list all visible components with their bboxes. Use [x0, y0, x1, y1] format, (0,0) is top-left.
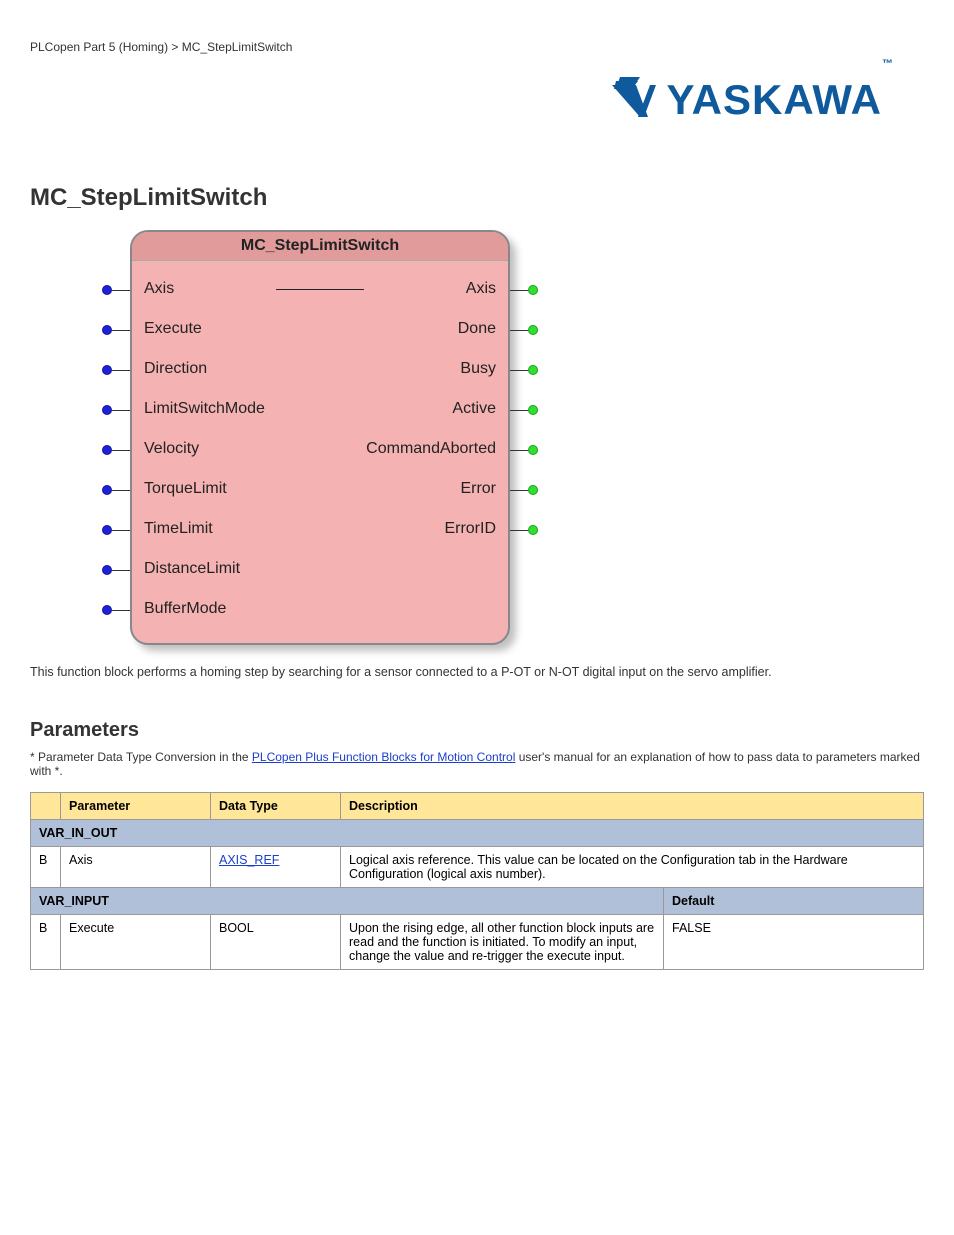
- yaskawa-logo-text: YASKAWA™: [666, 76, 894, 124]
- fb-pin-stub: [112, 290, 130, 291]
- fb-pin-stub: [510, 490, 528, 491]
- fb-input-label: Direction: [132, 360, 272, 378]
- parameters-heading: Parameters: [30, 719, 924, 742]
- fb-input-pin: [102, 365, 112, 375]
- function-block-diagram: MC_StepLimitSwitch Axis Axis Execute Done Di…: [130, 230, 510, 645]
- parameters-note: * Parameter Data Type Conversion in the …: [30, 750, 924, 778]
- fb-pin-stub: [112, 530, 130, 531]
- fb-input-pin: [102, 525, 112, 535]
- fb-row: TorqueLimit Error: [132, 469, 508, 509]
- fb-row: DistanceLimit: [132, 549, 508, 589]
- fb-row: TimeLimit ErrorID: [132, 509, 508, 549]
- fb-output-pin: [528, 405, 538, 415]
- fb-output-label: CommandAborted: [366, 440, 508, 458]
- table-row: B Execute BOOL Upon the rising edge, all…: [31, 915, 924, 970]
- fb-input-label: DistanceLimit: [132, 560, 272, 578]
- fb-output-label: Active: [368, 400, 508, 418]
- yaskawa-logo: YASKAWA™: [608, 75, 894, 125]
- fb-input-label: TorqueLimit: [132, 480, 272, 498]
- fb-pin-stub: [112, 370, 130, 371]
- fb-output-label: Axis: [368, 280, 508, 298]
- fb-pin-stub: [112, 570, 130, 571]
- fb-pin-stub: [510, 290, 528, 291]
- fb-pin-stub: [112, 410, 130, 411]
- fb-pin-stub: [112, 610, 130, 611]
- fb-input-pin: [102, 405, 112, 415]
- fb-row: LimitSwitchMode Active: [132, 389, 508, 429]
- fb-row: Velocity CommandAborted: [132, 429, 508, 469]
- fb-pin-stub: [510, 530, 528, 531]
- fb-output-pin: [528, 445, 538, 455]
- page-title: MC_StepLimitSwitch: [30, 184, 924, 212]
- fb-pin-stub: [510, 370, 528, 371]
- fb-title: MC_StepLimitSwitch: [132, 232, 508, 261]
- fb-input-label: Axis: [132, 280, 272, 298]
- fb-output-pin: [528, 285, 538, 295]
- manual-link[interactable]: PLCopen Plus Function Blocks for Motion …: [252, 750, 515, 764]
- fb-pin-stub: [510, 410, 528, 411]
- fb-pin-stub: [112, 490, 130, 491]
- fb-input-label: LimitSwitchMode: [132, 400, 272, 418]
- fb-input-pin: [102, 485, 112, 495]
- fb-input-pin: [102, 285, 112, 295]
- breadcrumb: PLCopen Part 5 (Homing) > MC_StepLimitSw…: [30, 40, 924, 54]
- fb-output-label: Error: [368, 480, 508, 498]
- fb-row: BufferMode: [132, 589, 508, 629]
- fb-row: Execute Done: [132, 309, 508, 349]
- fb-pin-stub: [112, 330, 130, 331]
- fb-output-label: Done: [368, 320, 508, 338]
- fb-row: Axis Axis: [132, 269, 508, 309]
- parameters-table: Parameter Data Type Description VAR_IN_O…: [30, 792, 924, 970]
- fb-output-pin: [528, 525, 538, 535]
- fb-pin-stub: [510, 450, 528, 451]
- fb-output-pin: [528, 485, 538, 495]
- yaskawa-logo-mark: [608, 75, 658, 125]
- fb-input-pin: [102, 325, 112, 335]
- fb-input-pin: [102, 605, 112, 615]
- fb-description: This function block performs a homing st…: [30, 665, 924, 679]
- fb-output-pin: [528, 365, 538, 375]
- fb-input-label: Velocity: [132, 440, 272, 458]
- fb-input-label: TimeLimit: [132, 520, 272, 538]
- fb-input-pin: [102, 445, 112, 455]
- fb-input-pin: [102, 565, 112, 575]
- table-subheader-varinout: VAR_IN_OUT: [31, 820, 924, 847]
- fb-pin-stub: [112, 450, 130, 451]
- table-row: B Axis AXIS_REF Logical axis reference. …: [31, 847, 924, 888]
- fb-output-label: ErrorID: [368, 520, 508, 538]
- axis-ref-link[interactable]: AXIS_REF: [219, 853, 279, 867]
- fb-input-label: BufferMode: [132, 600, 272, 618]
- fb-row: Direction Busy: [132, 349, 508, 389]
- table-header-row: Parameter Data Type Description: [31, 793, 924, 820]
- table-subheader-varinput: VAR_INPUT Default: [31, 888, 924, 915]
- fb-axis-line: [276, 289, 364, 290]
- fb-input-label: Execute: [132, 320, 272, 338]
- fb-output-pin: [528, 325, 538, 335]
- fb-pin-stub: [510, 330, 528, 331]
- fb-output-label: Busy: [368, 360, 508, 378]
